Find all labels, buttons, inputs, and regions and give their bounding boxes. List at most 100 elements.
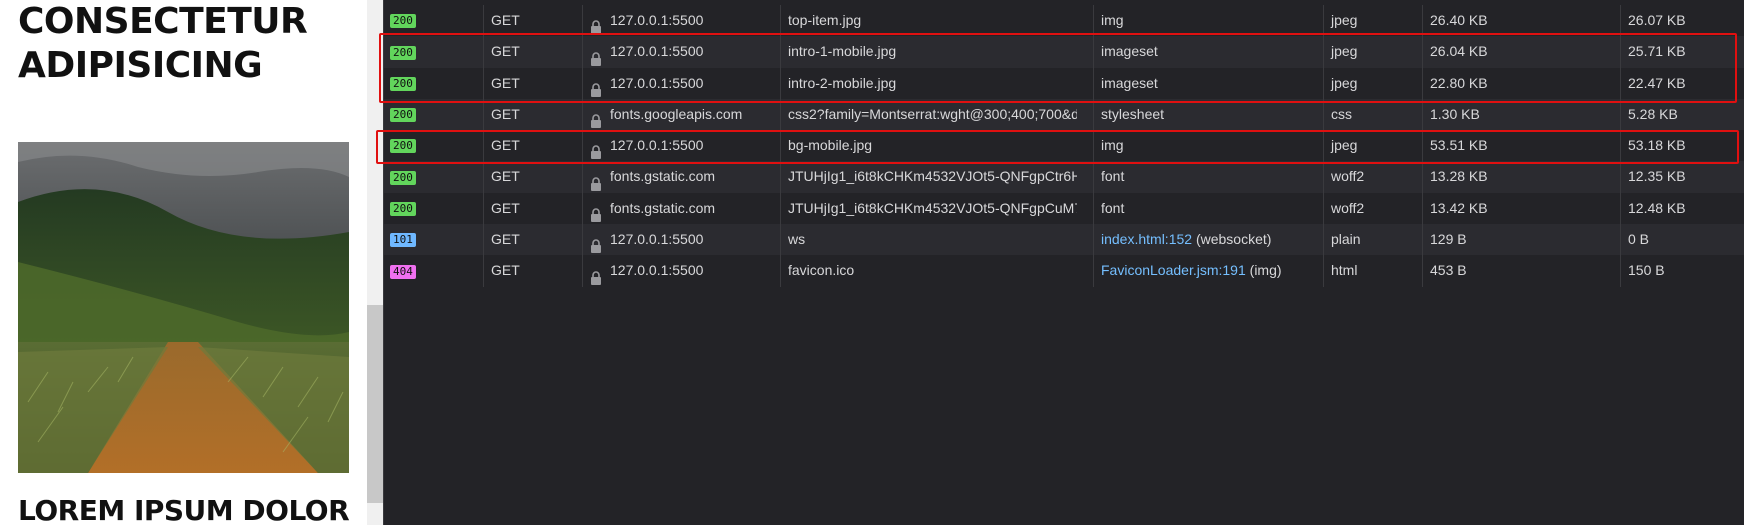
transferred-cell: 1.30 KB: [1422, 98, 1620, 131]
type-cell: css: [1323, 98, 1422, 131]
status-badge: 200: [390, 108, 416, 123]
pineapple-field-photo: [18, 142, 349, 473]
size-cell: 25.71 KB: [1620, 36, 1744, 68]
initiator-cell: stylesheet: [1093, 98, 1323, 131]
type-cell: jpeg: [1323, 36, 1422, 68]
status-badge: 200: [390, 139, 416, 154]
domain-cell: fonts.gstatic.com: [582, 161, 780, 193]
status-cell: 101: [390, 224, 478, 255]
domain-cell: 127.0.0.1:5500: [582, 67, 780, 99]
initiator-suffix: (websocket): [1192, 231, 1272, 248]
file-cell: intro-1-mobile.jpg: [780, 36, 1077, 68]
size-cell: 53.18 KB: [1620, 130, 1744, 162]
method-cell: GET: [483, 67, 582, 99]
domain-cell: 127.0.0.1:5500: [582, 5, 780, 37]
type-cell: woff2: [1323, 192, 1422, 225]
initiator-cell: FaviconLoader.jsm:191 (img): [1093, 255, 1323, 287]
size-cell: 26.07 KB: [1620, 5, 1744, 37]
scrollbar-thumb[interactable]: [367, 305, 383, 503]
lock-icon: [590, 233, 602, 254]
type-cell: jpeg: [1323, 67, 1422, 99]
transferred-cell: 22.80 KB: [1422, 67, 1620, 99]
initiator-cell: imageset: [1093, 67, 1323, 99]
type-cell: jpeg: [1323, 5, 1422, 37]
method-cell: GET: [483, 98, 582, 131]
lock-icon: [590, 108, 602, 129]
domain-text: 127.0.0.1:5500: [610, 43, 704, 60]
file-cell: intro-2-mobile.jpg: [780, 67, 1077, 99]
domain-cell: 127.0.0.1:5500: [582, 224, 780, 256]
size-cell: 12.48 KB: [1620, 192, 1744, 225]
domain-cell: 127.0.0.1:5500: [582, 36, 780, 68]
initiator-text: font: [1101, 168, 1125, 185]
domain-cell: fonts.googleapis.com: [582, 98, 780, 131]
size-cell: 0 B: [1620, 224, 1744, 256]
domain-text: fonts.gstatic.com: [610, 199, 716, 216]
status-cell: 200: [390, 99, 478, 130]
transferred-cell: 53.51 KB: [1422, 130, 1620, 162]
domain-text: fonts.googleapis.com: [610, 105, 743, 122]
request-row[interactable]: 200 GET 127.0.0.1:5500 intro-2-mobile.jpg im…: [384, 67, 1744, 99]
network-panel: 200 GET 127.0.0.1:5500 top-item.jpg img jpeg 2…: [384, 0, 1744, 525]
type-cell: plain: [1323, 224, 1422, 256]
file-cell: JTUHjIg1_i6t8kCHKm4532VJOt5-QNFgpCuM73w: [780, 192, 1077, 225]
domain-text: 127.0.0.1:5500: [610, 231, 704, 248]
domain-cell: fonts.gstatic.com: [582, 192, 780, 225]
lock-icon: [590, 202, 602, 223]
status-cell: 200: [390, 130, 478, 161]
lock-icon: [590, 265, 602, 285]
preview-scrollbar[interactable]: [367, 0, 383, 525]
initiator-link[interactable]: index.html:152: [1101, 231, 1192, 247]
request-row[interactable]: 200 GET 127.0.0.1:5500 bg-mobile.jpg img jpeg…: [384, 130, 1744, 162]
heading-line: ADIPISICING: [18, 45, 263, 86]
method-cell: GET: [483, 192, 582, 225]
size-cell: 22.47 KB: [1620, 67, 1744, 99]
domain-text: 127.0.0.1:5500: [610, 74, 704, 91]
method-cell: GET: [483, 130, 582, 162]
file-cell: css2?family=Montserrat:wght@300;400;700&…: [780, 98, 1077, 131]
status-cell: 200: [390, 193, 478, 224]
status-badge: 101: [390, 233, 416, 248]
method-cell: GET: [483, 224, 582, 256]
initiator-link[interactable]: FaviconLoader.jsm:191: [1101, 262, 1246, 278]
type-cell: html: [1323, 255, 1422, 287]
section-heading: CONSECTETUR ADIPISICING: [18, 0, 308, 88]
request-row[interactable]: 200 GET fonts.googleapis.com css2?family=Mo…: [384, 98, 1744, 131]
transferred-cell: 26.04 KB: [1422, 36, 1620, 68]
lock-icon: [590, 14, 602, 35]
file-cell: ws: [780, 224, 1077, 256]
type-cell: woff2: [1323, 161, 1422, 193]
lock-icon: [590, 171, 602, 191]
transferred-cell: 453 B: [1422, 255, 1620, 287]
initiator-cell: img: [1093, 130, 1323, 162]
page-preview: CONSECTETUR ADIPISICING LOREM IPSUM DOLO…: [0, 0, 367, 525]
initiator-text: font: [1101, 199, 1125, 216]
initiator-cell: font: [1093, 192, 1323, 225]
initiator-cell: font: [1093, 161, 1323, 193]
heading-line: CONSECTETUR: [18, 1, 308, 42]
method-cell: GET: [483, 161, 582, 193]
domain-cell: 127.0.0.1:5500: [582, 255, 780, 287]
initiator-text: img: [1101, 137, 1124, 154]
status-cell: 200: [390, 161, 478, 192]
transferred-cell: 13.28 KB: [1422, 161, 1620, 193]
status-cell: 200: [390, 36, 478, 67]
status-badge: 200: [390, 14, 416, 29]
method-cell: GET: [483, 5, 582, 37]
request-row[interactable]: 200 GET 127.0.0.1:5500 intro-1-mobile.jpg im…: [384, 36, 1744, 68]
section-heading: LOREM IPSUM DOLOR: [18, 494, 350, 525]
request-row[interactable]: 200 GET fonts.gstatic.com JTUHjIg1_i6t8kCHK…: [384, 192, 1744, 225]
status-badge: 200: [390, 202, 416, 217]
status-badge: 200: [390, 170, 416, 185]
transferred-cell: 13.42 KB: [1422, 192, 1620, 225]
domain-text: 127.0.0.1:5500: [610, 262, 704, 279]
size-cell: 5.28 KB: [1620, 98, 1744, 131]
request-row[interactable]: 404 GET 127.0.0.1:5500 favicon.ico FaviconLo…: [384, 255, 1744, 287]
domain-text: 127.0.0.1:5500: [610, 137, 704, 154]
method-cell: GET: [483, 255, 582, 287]
request-row[interactable]: 101 GET 127.0.0.1:5500 ws index.html:152 (we…: [384, 224, 1744, 256]
status-badge: 200: [390, 76, 416, 91]
request-row[interactable]: 200 GET fonts.gstatic.com JTUHjIg1_i6t8kCHK…: [384, 161, 1744, 193]
request-row[interactable]: 200 GET 127.0.0.1:5500 top-item.jpg img jpeg 2…: [384, 5, 1744, 37]
initiator-text: imageset: [1101, 74, 1158, 91]
